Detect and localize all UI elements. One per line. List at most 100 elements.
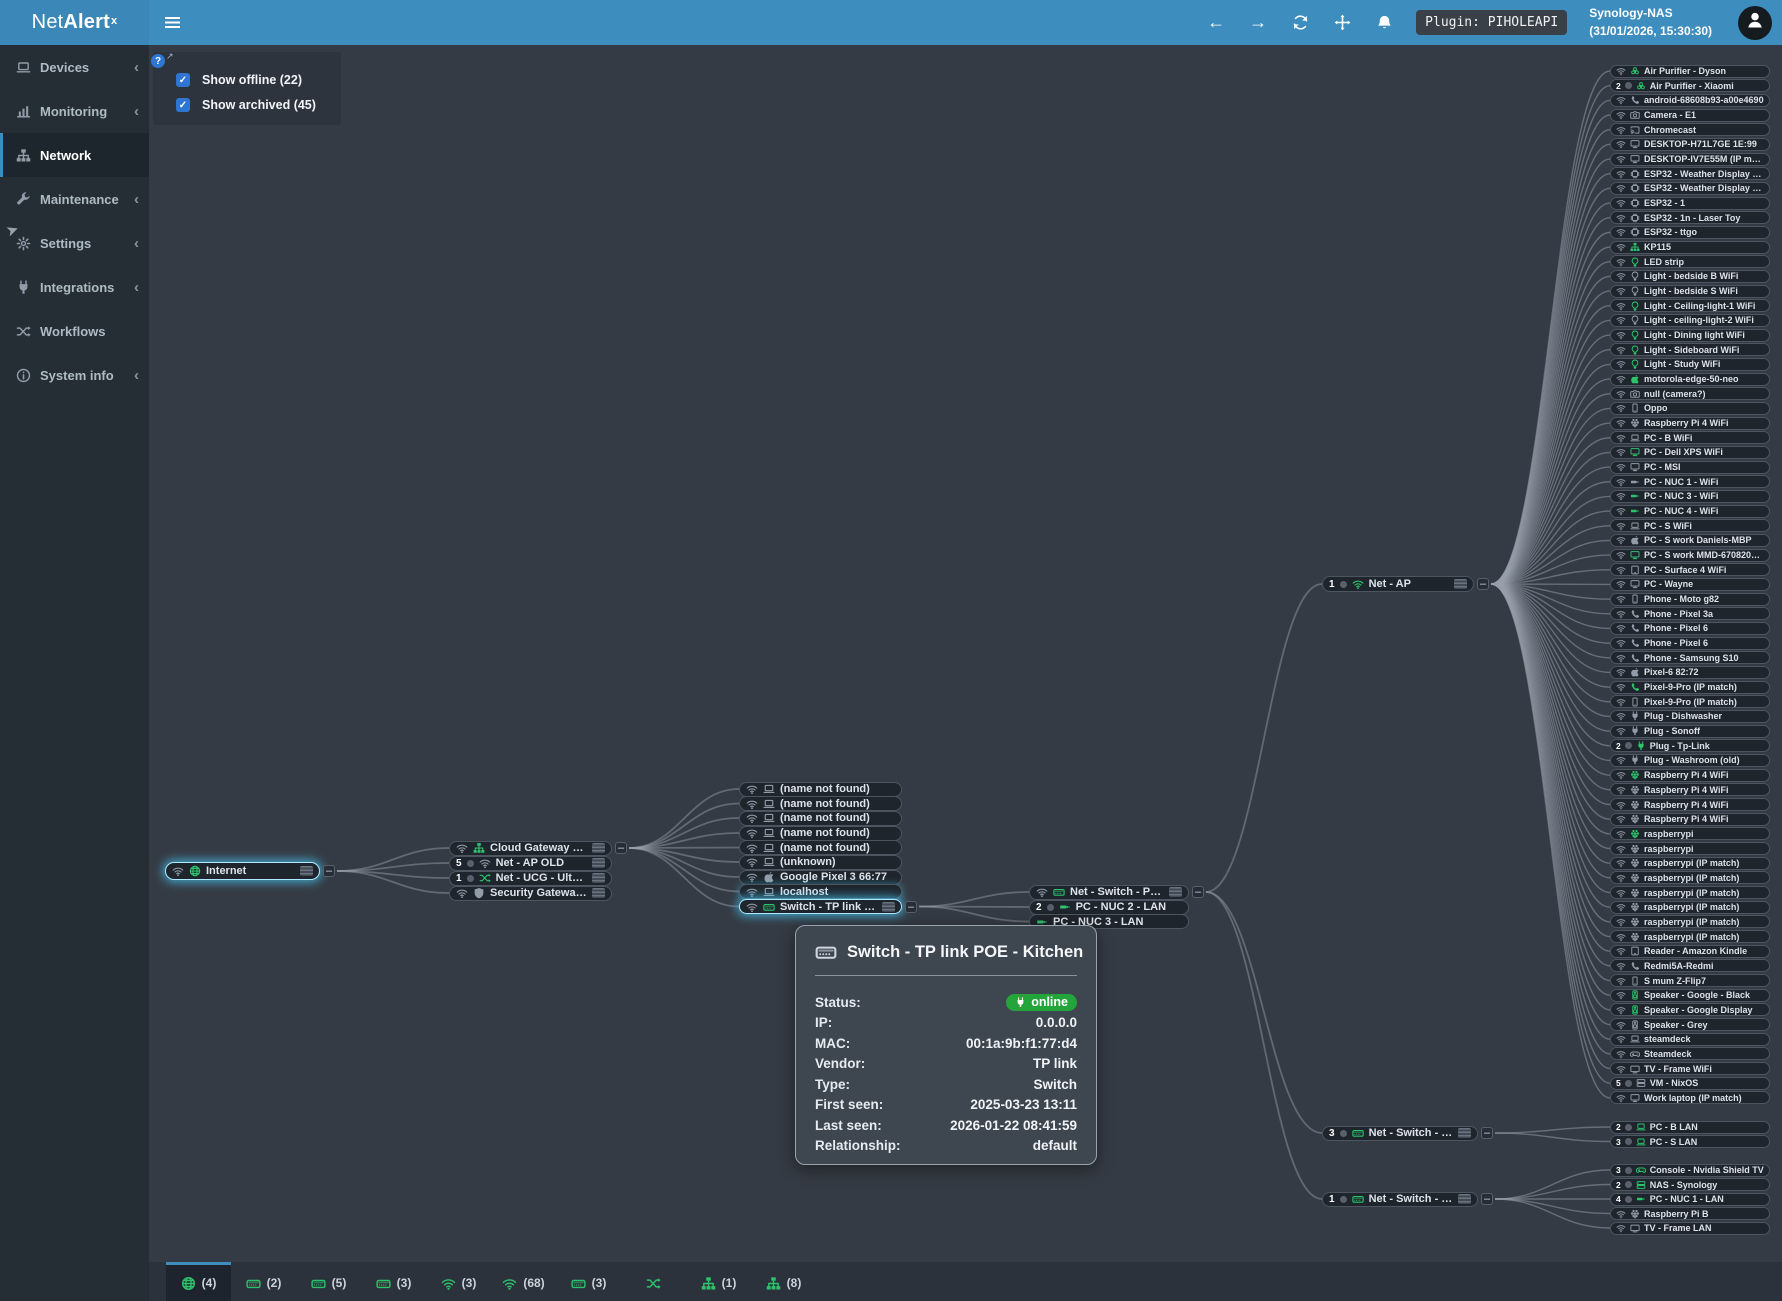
graph-node[interactable]: 1Net - AP xyxy=(1322,576,1474,592)
device-node[interactable]: Phone - Pixel 6 xyxy=(1610,622,1770,635)
device-node[interactable]: ESP32 - 1n - Laser Toy xyxy=(1610,211,1770,224)
device-node[interactable]: TV - Frame WiFi xyxy=(1610,1062,1770,1075)
graph-node[interactable]: 2PC - NUC 2 - LAN xyxy=(1029,900,1189,915)
device-node[interactable]: Redmi5A-Redmi xyxy=(1610,959,1770,972)
device-node[interactable]: Light - Ceiling-light-1 WiFi xyxy=(1610,299,1770,312)
device-node[interactable]: 4PC - NUC 1 - LAN xyxy=(1610,1193,1770,1206)
device-node[interactable]: LED strip xyxy=(1610,255,1770,268)
device-node[interactable]: 3PC - S LAN xyxy=(1610,1135,1770,1148)
sidebar-item-settings[interactable]: Settings‹ xyxy=(0,221,149,265)
graph-node[interactable]: (unknown) xyxy=(739,855,902,870)
device-node[interactable]: Plug - Dishwasher xyxy=(1610,710,1770,723)
subnet-tab-switch-1[interactable]: (2) xyxy=(231,1262,296,1301)
collapse-node-button[interactable]: – xyxy=(615,842,627,854)
forward-arrow-icon[interactable]: → xyxy=(1248,13,1268,33)
device-node[interactable]: Raspberry Pi 4 WiFi xyxy=(1610,813,1770,826)
move-icon[interactable] xyxy=(1332,13,1352,33)
device-node[interactable]: Raspberry Pi B xyxy=(1610,1207,1770,1220)
device-node[interactable]: Phone - Pixel 3a xyxy=(1610,607,1770,620)
sidebar-item-workflows[interactable]: Workflows xyxy=(0,309,149,353)
graph-node[interactable]: (name not found) xyxy=(739,811,902,826)
device-node[interactable]: raspberrypi (IP match) xyxy=(1610,930,1770,943)
device-node[interactable]: steamdeck xyxy=(1610,1033,1770,1046)
sidebar-item-system-info[interactable]: System info‹ xyxy=(0,353,149,397)
subnet-tab-switch-6[interactable]: (3) xyxy=(556,1262,621,1301)
notifications-bell-icon[interactable] xyxy=(1374,13,1394,33)
drag-handle[interactable] xyxy=(300,866,313,876)
device-node[interactable]: null (camera?) xyxy=(1610,387,1770,400)
graph-node[interactable]: Net - Switch - POE xyxy=(1029,885,1189,900)
device-node[interactable]: Pixel-9-Pro (IP match) xyxy=(1610,695,1770,708)
device-node[interactable]: PC - B WiFi xyxy=(1610,431,1770,444)
device-node[interactable]: Pixel-9-Pro (IP match) xyxy=(1610,681,1770,694)
device-node[interactable]: Light - Sideboard WiFi xyxy=(1610,343,1770,356)
device-node[interactable]: PC - S work MMD-67082015... xyxy=(1610,549,1770,562)
menu-toggle-button[interactable] xyxy=(149,0,195,45)
graph-node[interactable]: localhost xyxy=(739,884,902,899)
device-node[interactable]: Raspberry Pi 4 WiFi xyxy=(1610,783,1770,796)
device-node[interactable]: Oppo xyxy=(1610,402,1770,415)
device-node[interactable]: raspberrypi xyxy=(1610,842,1770,855)
device-node[interactable]: raspberrypi (IP match) xyxy=(1610,901,1770,914)
device-node[interactable]: motorola-edge-50-neo xyxy=(1610,373,1770,386)
device-node[interactable]: Light - ceiling-light-2 WiFi xyxy=(1610,314,1770,327)
graph-node[interactable]: (name not found) xyxy=(739,782,902,797)
device-node[interactable]: raspberrypi xyxy=(1610,827,1770,840)
device-node[interactable]: DESKTOP-IV7E55M (IP match) xyxy=(1610,153,1770,166)
device-node[interactable]: Phone - Samsung S10 xyxy=(1610,651,1770,664)
device-node[interactable]: Light - Study WiFi xyxy=(1610,358,1770,371)
device-node[interactable]: 2Plug - Tp-Link xyxy=(1610,739,1770,752)
subnet-tab-sitemap-9[interactable]: (8) xyxy=(751,1262,816,1301)
device-node[interactable]: PC - S work Daniels-MBP xyxy=(1610,534,1770,547)
device-node[interactable]: PC - S WiFi xyxy=(1610,519,1770,532)
device-node[interactable]: PC - Wayne xyxy=(1610,578,1770,591)
drag-handle[interactable] xyxy=(1169,887,1182,897)
collapse-node-button[interactable]: – xyxy=(1481,1193,1493,1205)
device-node[interactable]: PC - NUC 4 - WiFi xyxy=(1610,505,1770,518)
subnet-tab-wifi-4[interactable]: (3) xyxy=(426,1262,491,1301)
graph-node[interactable]: 3Net - Switch - Study xyxy=(1322,1126,1478,1141)
device-node[interactable]: ESP32 - ttgo xyxy=(1610,226,1770,239)
subnet-tab-globe-0[interactable]: (4) xyxy=(166,1262,231,1301)
graph-node[interactable]: Switch - TP link POE - Kitchen xyxy=(739,899,902,914)
device-node[interactable]: ESP32 - 1 xyxy=(1610,197,1770,210)
device-node[interactable]: Raspberry Pi 4 WiFi xyxy=(1610,798,1770,811)
help-icon[interactable]: ? xyxy=(151,54,165,68)
drag-handle[interactable] xyxy=(1458,1194,1471,1204)
device-node[interactable]: raspberrypi (IP match) xyxy=(1610,857,1770,870)
device-node[interactable]: 5VM - NixOS xyxy=(1610,1077,1770,1090)
drag-handle[interactable] xyxy=(592,858,605,868)
graph-node[interactable]: 1Net - UCG - Ultra Gateway xyxy=(449,871,612,886)
app-logo[interactable]: NetAlertx xyxy=(0,0,149,45)
device-node[interactable]: PC - Dell XPS WiFi xyxy=(1610,446,1770,459)
show-offline-toggle[interactable]: ✓ Show offline (22) xyxy=(176,73,302,87)
device-node[interactable]: Reader - Amazon Kindle xyxy=(1610,945,1770,958)
device-node[interactable]: Plug - Washroom (old) xyxy=(1610,754,1770,767)
device-node[interactable]: raspberrypi (IP match) xyxy=(1610,915,1770,928)
graph-node[interactable]: 1Net - Switch - TV xyxy=(1322,1192,1478,1207)
device-node[interactable]: 2NAS - Synology xyxy=(1610,1178,1770,1191)
collapse-node-button[interactable]: – xyxy=(1192,886,1204,898)
device-node[interactable]: ESP32 - Weather Display (w... xyxy=(1610,182,1770,195)
device-node[interactable]: Steamdeck xyxy=(1610,1047,1770,1060)
graph-node[interactable]: Internet xyxy=(165,862,320,880)
subnet-tab-sitemap-8[interactable]: (1) xyxy=(686,1262,751,1301)
device-node[interactable]: raspberrypi (IP match) xyxy=(1610,871,1770,884)
device-node[interactable]: Pixel-6 82:72 xyxy=(1610,666,1770,679)
drag-handle[interactable] xyxy=(592,873,605,883)
device-node[interactable]: Speaker - Google - Black xyxy=(1610,989,1770,1002)
device-node[interactable]: Speaker - Google Display xyxy=(1610,1003,1770,1016)
graph-node[interactable]: Cloud Gateway Ultra xyxy=(449,841,612,856)
device-node[interactable]: 2Air Purifier - Xiaomi xyxy=(1610,79,1770,92)
subnet-tab-switch-3[interactable]: (3) xyxy=(361,1262,426,1301)
collapse-node-button[interactable]: – xyxy=(323,865,335,877)
device-node[interactable]: Speaker - Grey xyxy=(1610,1018,1770,1031)
device-node[interactable]: ESP32 - Weather Display (bl... xyxy=(1610,167,1770,180)
sidebar-item-devices[interactable]: Devices‹ xyxy=(0,45,149,89)
graph-node[interactable]: 5Net - AP OLD xyxy=(449,856,612,871)
back-arrow-icon[interactable]: ← xyxy=(1206,13,1226,33)
device-node[interactable]: 3Console - Nvidia Shield TV xyxy=(1610,1164,1770,1177)
refresh-icon[interactable] xyxy=(1290,13,1310,33)
device-node[interactable]: Chromecast xyxy=(1610,123,1770,136)
device-node[interactable]: Light - bedside B WiFi xyxy=(1610,270,1770,283)
